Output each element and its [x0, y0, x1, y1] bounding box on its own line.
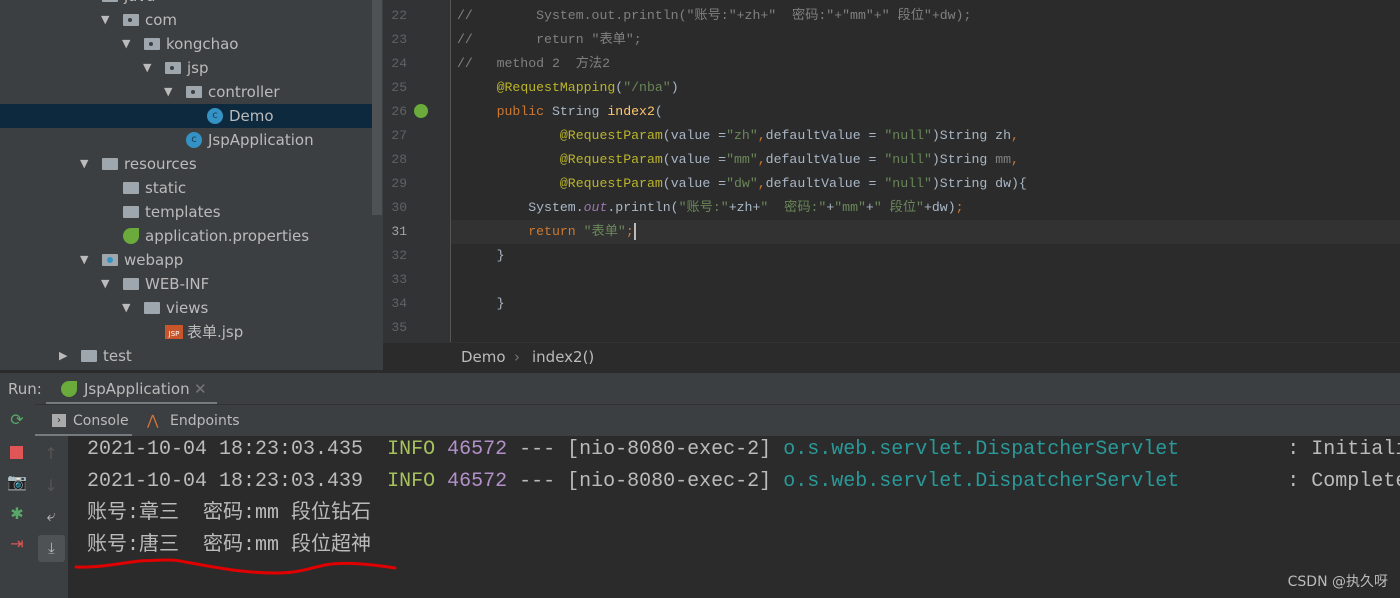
watermark: CSDN @执久呀	[1287, 574, 1388, 590]
red-underline-annotation	[74, 558, 397, 575]
request-mapping-gutter-icon[interactable]	[414, 104, 428, 118]
